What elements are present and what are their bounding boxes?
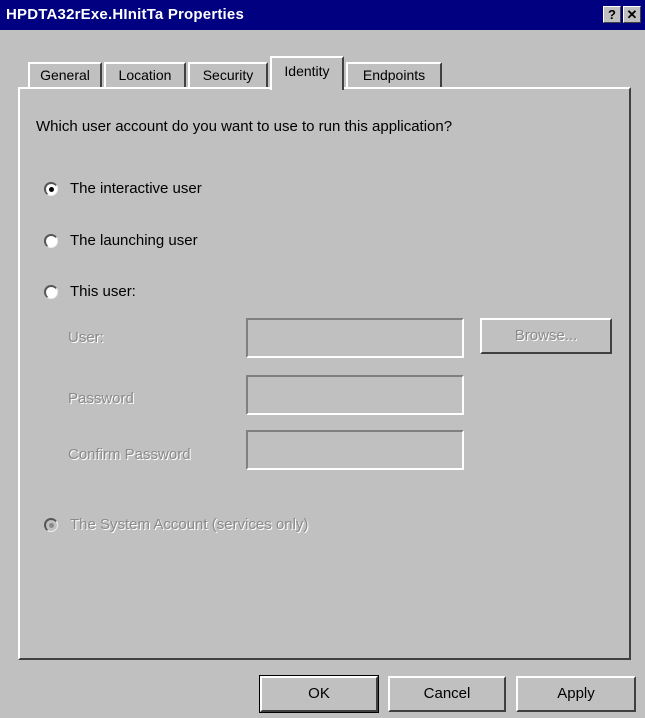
user-field-label: User: xyxy=(68,329,104,346)
tab-identity[interactable]: Identity xyxy=(270,56,344,90)
help-button[interactable]: ? xyxy=(603,6,621,23)
interactive-user-label[interactable]: The interactive user xyxy=(70,180,202,197)
this-user-label[interactable]: This user: xyxy=(70,283,136,300)
tab-general[interactable]: General xyxy=(28,62,102,88)
launching-user-radio[interactable] xyxy=(44,234,58,248)
close-button[interactable]: ✕ xyxy=(623,6,641,23)
interactive-user-radio[interactable] xyxy=(44,182,58,196)
account-question: Which user account do you want to use to… xyxy=(36,118,453,135)
confirm-password-field[interactable] xyxy=(246,430,464,470)
confirm-password-label: Confirm Password xyxy=(68,446,191,463)
tab-location[interactable]: Location xyxy=(104,62,186,88)
user-field[interactable] xyxy=(246,318,464,358)
identity-panel xyxy=(18,87,631,660)
cancel-button[interactable]: Cancel xyxy=(388,676,506,712)
password-field[interactable] xyxy=(246,375,464,415)
system-account-radio[interactable] xyxy=(44,518,58,532)
system-account-label: The System Account (services only) xyxy=(70,516,309,533)
title-bar[interactable]: HPDTA32rExe.HInitTa Properties ? ✕ xyxy=(0,0,645,30)
apply-button[interactable]: Apply xyxy=(516,676,636,712)
tab-security[interactable]: Security xyxy=(188,62,268,88)
tab-endpoints[interactable]: Endpoints xyxy=(346,62,442,88)
ok-button[interactable]: OK xyxy=(259,675,379,713)
browse-button[interactable]: Browse... xyxy=(480,318,612,354)
password-field-label: Password xyxy=(68,390,134,407)
window-title: HPDTA32rExe.HInitTa Properties xyxy=(6,6,245,23)
this-user-radio[interactable] xyxy=(44,285,58,299)
launching-user-label[interactable]: The launching user xyxy=(70,232,198,249)
